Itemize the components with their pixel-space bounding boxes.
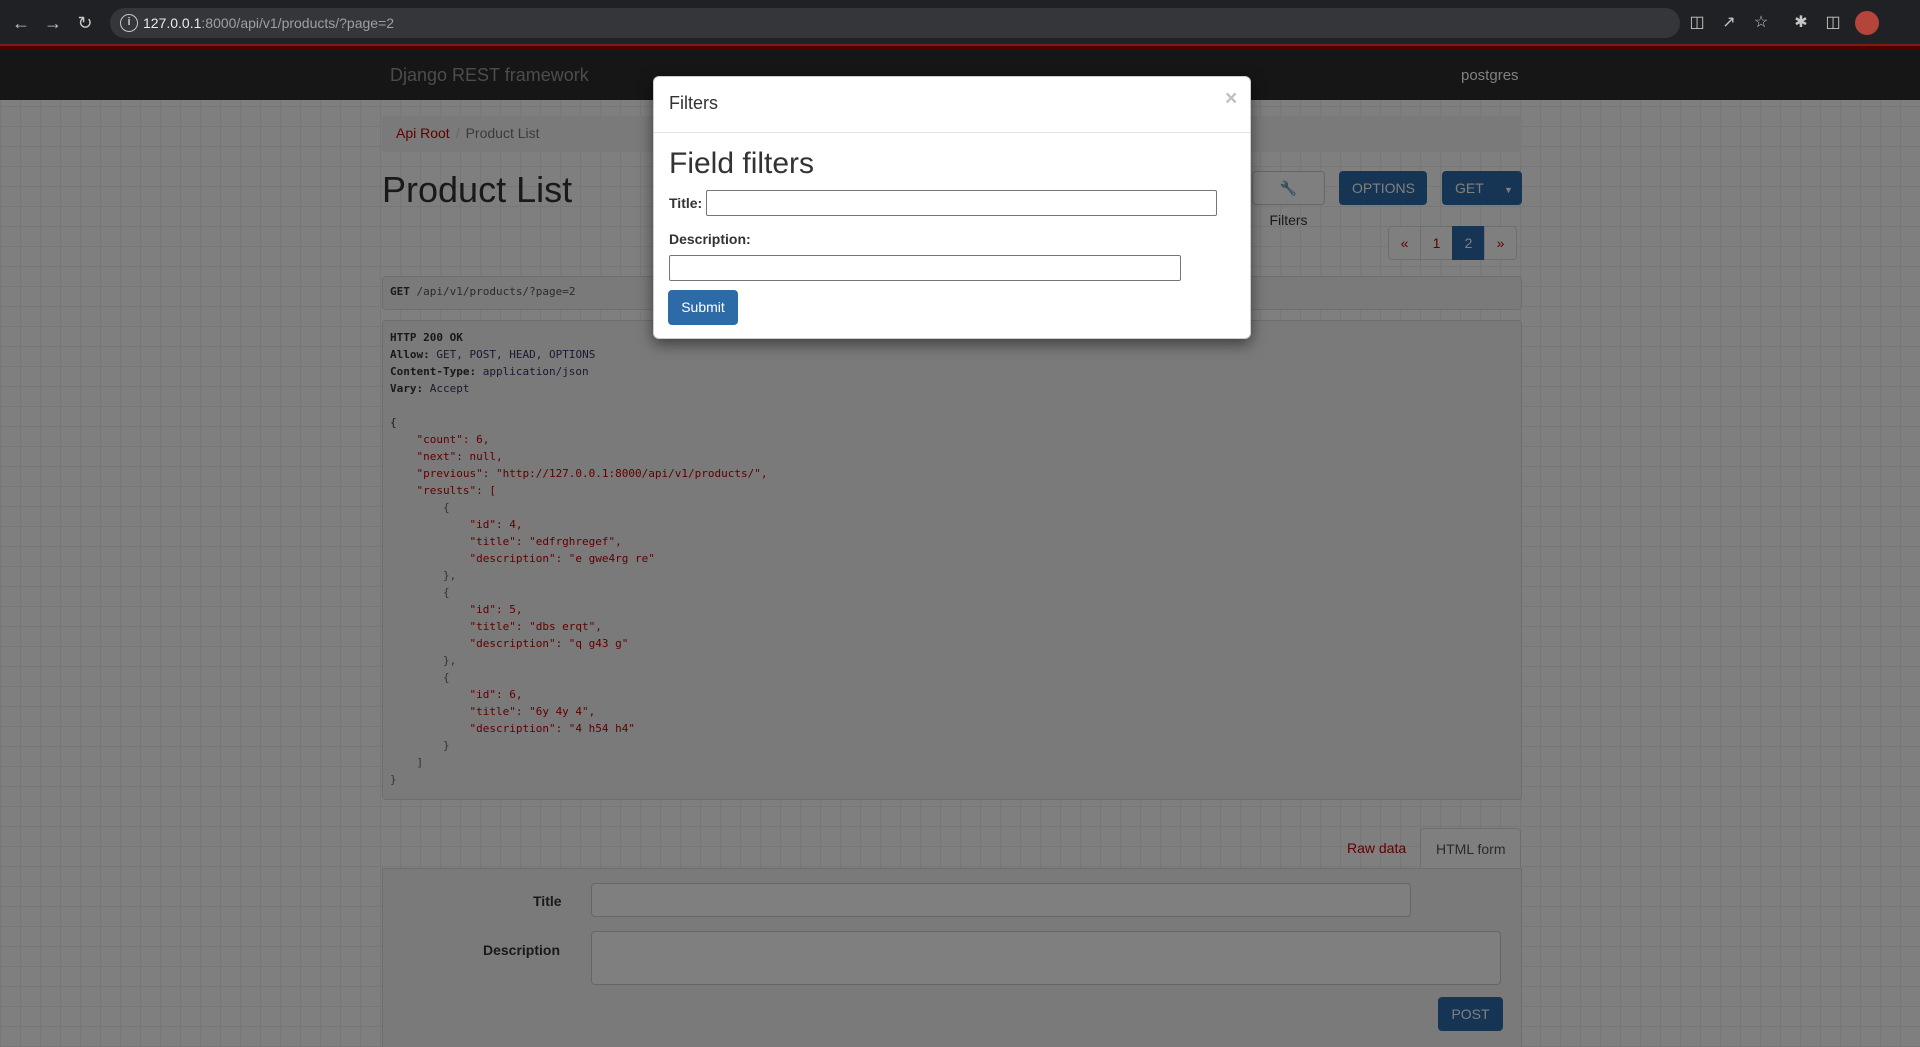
site-info-icon[interactable]: i: [120, 14, 138, 32]
url-text[interactable]: 127.0.0.1:8000/api/v1/products/?page=2: [143, 15, 394, 31]
address-bar[interactable]: i 127.0.0.1:8000/api/v1/products/?page=2: [110, 8, 1680, 38]
translate-icon[interactable]: ◫: [1685, 11, 1709, 35]
filter-title-label: Title:: [669, 195, 703, 211]
back-icon[interactable]: ←: [8, 10, 34, 36]
field-filters-heading: Field filters: [669, 147, 815, 180]
extensions-icon[interactable]: ✱: [1789, 11, 1813, 35]
forward-icon[interactable]: →: [40, 10, 66, 36]
filter-description-input[interactable]: [669, 255, 1181, 281]
filter-submit-button[interactable]: Submit: [668, 290, 738, 325]
profile-avatar[interactable]: [1855, 11, 1879, 35]
bookmark-star-icon[interactable]: ☆: [1749, 11, 1773, 35]
reload-icon[interactable]: ↻: [72, 10, 98, 36]
filters-modal: Filters × Field filters Title: Descripti…: [653, 76, 1251, 339]
modal-title: Filters: [669, 93, 718, 113]
browser-toolbar: ← → ↻ i 127.0.0.1:8000/api/v1/products/?…: [0, 0, 1920, 46]
filter-title-input[interactable]: [706, 190, 1217, 216]
share-icon[interactable]: ↗: [1717, 11, 1741, 35]
modal-header: Filters ×: [654, 77, 1250, 133]
close-icon[interactable]: ×: [1225, 87, 1237, 111]
side-panel-icon[interactable]: ◫: [1821, 11, 1845, 35]
filter-description-label: Description:: [669, 231, 751, 247]
